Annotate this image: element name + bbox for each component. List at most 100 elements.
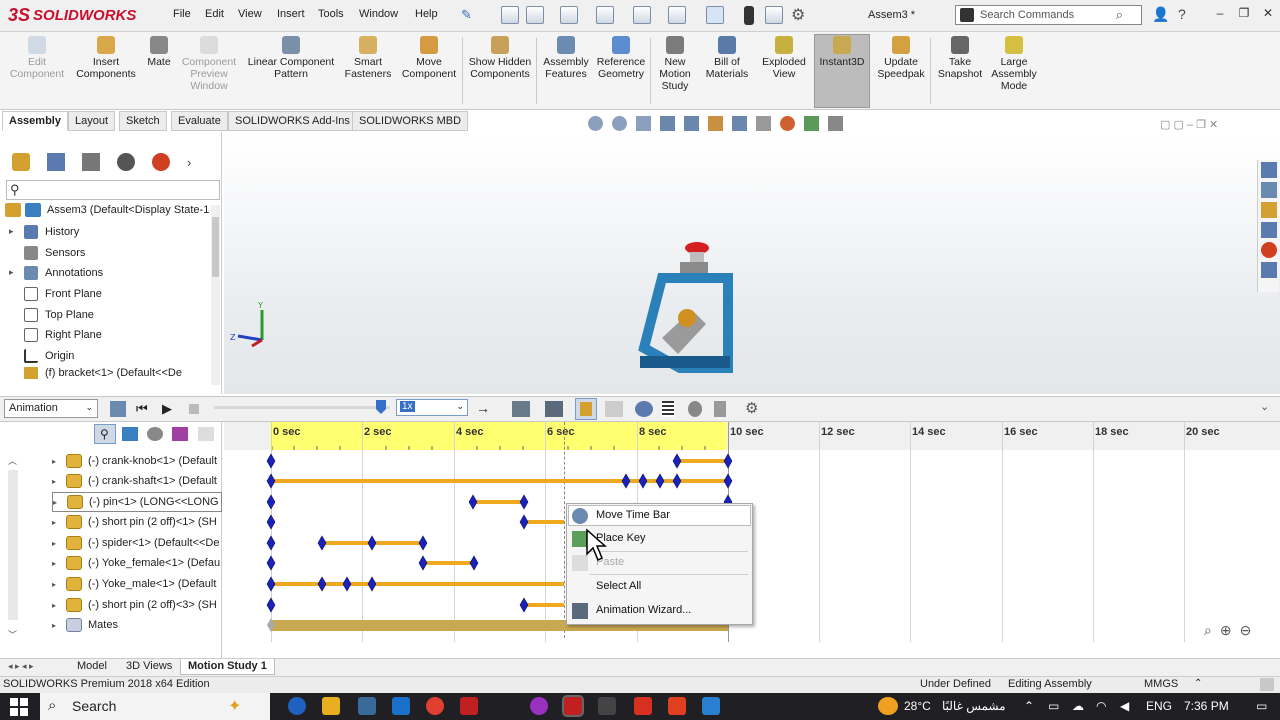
windows-start-icon[interactable]	[10, 698, 28, 716]
tab-assembly[interactable]: Assembly	[2, 111, 68, 131]
view-orientation-icon[interactable]	[708, 116, 723, 131]
weather-description[interactable]: مشمس غالبًا	[942, 699, 1006, 713]
reference-geometry-button[interactable]: Reference Geometry	[594, 36, 648, 80]
expand-arrow-icon[interactable]: ▸	[52, 477, 56, 486]
menu-help[interactable]: Help	[415, 8, 438, 20]
expand-arrow-icon[interactable]: ▸	[52, 457, 56, 466]
store-app-icon[interactable]	[358, 697, 376, 715]
expand-arrow-icon[interactable]: ▸	[9, 226, 14, 237]
design-library-icon[interactable]	[1260, 182, 1277, 198]
status-bar-icon[interactable]	[1260, 678, 1274, 691]
ms-component-spider[interactable]: ▸ (-) spider<1> (Default<<De	[52, 533, 222, 553]
tab-evaluate[interactable]: Evaluate	[171, 111, 228, 131]
solidworks-active-app-icon[interactable]	[562, 695, 584, 717]
search-commands-input[interactable]: Search Commands ⌕	[955, 5, 1142, 25]
tree-item-right-plane[interactable]: Right Plane	[24, 326, 102, 344]
menu-item-select-all[interactable]: Select All	[596, 580, 641, 592]
save-animation-icon[interactable]	[512, 401, 530, 417]
wifi-icon[interactable]: ◠	[1096, 699, 1106, 713]
restore-button[interactable]: ❐	[1236, 6, 1252, 22]
expand-arrow-icon[interactable]: ▸	[52, 580, 56, 589]
expand-arrow-icon[interactable]: ▸	[52, 518, 56, 527]
play-from-start-icon[interactable]: ⏮	[136, 401, 148, 417]
linear-component-pattern-button[interactable]: Linear Component Pattern	[244, 36, 338, 80]
tab-3d-views[interactable]: 3D Views	[119, 659, 179, 675]
filter-results-icon[interactable]	[172, 427, 188, 441]
open-folder-icon[interactable]	[560, 6, 578, 24]
assembly-features-button[interactable]: Assembly Features	[540, 36, 592, 80]
add-update-key-icon[interactable]	[605, 401, 623, 417]
ms-component-short-pin-1[interactable]: ▸ (-) short pin (2 off)<1> (SH	[52, 512, 222, 532]
ms-component-pin[interactable]: ▸ (-) pin<1> (LONG<<LONG	[52, 492, 222, 512]
scrollbar-thumb[interactable]	[212, 217, 219, 277]
units-selector[interactable]: MMGS	[1144, 678, 1178, 690]
tree-item-history[interactable]: History	[24, 223, 79, 241]
weather-temperature[interactable]: 28°C	[904, 699, 931, 713]
stop-icon[interactable]	[189, 404, 199, 414]
media-app-icon[interactable]	[530, 697, 548, 715]
custom-properties-icon[interactable]	[1260, 262, 1277, 278]
print-icon[interactable]	[633, 6, 651, 24]
bill-of-materials-button[interactable]: Bill of Materials	[700, 36, 754, 80]
zoom-to-fit-icon[interactable]: ⌕	[1204, 622, 1212, 639]
tree-item-annotations[interactable]: Annotations	[24, 264, 103, 282]
play-icon[interactable]: ▶	[162, 401, 172, 417]
assembly-model-3d[interactable]	[632, 238, 736, 378]
tree-scrollbar[interactable]	[211, 205, 220, 385]
move-component-button[interactable]: Move Component	[398, 36, 460, 80]
solidworks-logo[interactable]: 3S SOLIDWORKS	[2, 0, 144, 30]
previous-view-icon[interactable]	[636, 116, 651, 131]
zoom-in-icon[interactable]: ⊕	[1220, 622, 1232, 639]
tree-item-origin[interactable]: Origin	[24, 347, 74, 365]
edit-component-button[interactable]: Edit Component	[8, 36, 66, 80]
ms-component-yoke-male[interactable]: ▸ (-) Yoke_male<1> (Default	[52, 574, 222, 594]
solidworks-resources-icon[interactable]	[1260, 162, 1277, 178]
collapse-motion-manager-icon[interactable]: ⌄	[1260, 400, 1269, 413]
volume-icon[interactable]: ◀	[1120, 699, 1129, 713]
home-icon[interactable]	[501, 6, 519, 24]
large-assembly-mode-button[interactable]: Large Assembly Mode	[990, 36, 1038, 92]
mail-app-icon[interactable]	[392, 697, 410, 715]
expand-arrow-icon[interactable]: ▸	[52, 601, 56, 610]
tab-sketch[interactable]: Sketch	[119, 111, 167, 131]
traffic-light-icon[interactable]	[744, 6, 754, 25]
tab-motion-study-1[interactable]: Motion Study 1	[180, 659, 275, 675]
pin-icon[interactable]: ✎	[461, 7, 473, 22]
search-scope-icon[interactable]	[960, 8, 974, 22]
filter-animated-toggle[interactable]: ⚲	[94, 424, 116, 444]
file-explorer-icon[interactable]	[1260, 202, 1277, 218]
new-motion-study-button[interactable]: New Motion Study	[652, 36, 698, 92]
network-icon[interactable]: ▭	[1048, 699, 1059, 713]
show-hidden-components-button[interactable]: Show Hidden Components	[466, 36, 534, 80]
display-style-icon[interactable]	[732, 116, 747, 131]
edit-appearance-icon[interactable]	[780, 116, 795, 131]
chevron-right-icon[interactable]: ›	[187, 155, 191, 170]
display-manager-icon[interactable]	[152, 153, 170, 171]
tree-item-top-plane[interactable]: Top Plane	[24, 306, 94, 324]
expand-arrow-icon[interactable]: ▸	[52, 621, 56, 630]
viewport-window-controls[interactable]: ▢ ▢ – ❐ ✕	[1160, 118, 1218, 131]
motion-tree-scrollbar[interactable]	[8, 470, 18, 620]
ms-component-short-pin-3[interactable]: ▸ (-) short pin (2 off)<3> (SH	[52, 595, 222, 615]
undo-icon[interactable]	[668, 6, 686, 24]
autokey-toggle[interactable]	[575, 398, 597, 420]
take-snapshot-button[interactable]: Take Snapshot	[932, 36, 988, 80]
gravity-icon[interactable]	[714, 401, 726, 417]
insert-components-button[interactable]: Insert Components	[72, 36, 140, 80]
ms-mates[interactable]: ▸ Mates	[52, 615, 222, 635]
file-explorer-app-icon[interactable]	[322, 697, 340, 715]
tree-item-front-plane[interactable]: Front Plane	[24, 285, 102, 303]
minimize-button[interactable]: –	[1212, 6, 1228, 22]
contact-icon[interactable]	[688, 401, 702, 417]
menu-insert[interactable]: Insert	[277, 8, 305, 20]
new-document-icon[interactable]	[526, 6, 544, 24]
section-view-icon[interactable]	[660, 116, 675, 131]
scroll-up-icon[interactable]: ︿	[8, 454, 17, 467]
photos-app-icon[interactable]	[702, 697, 720, 715]
gear-icon[interactable]: ⚙	[791, 5, 805, 25]
expand-arrow-icon[interactable]: ▸	[52, 539, 56, 548]
help-icon[interactable]: ?	[1178, 6, 1186, 22]
graphics-area[interactable]	[224, 132, 1280, 394]
solidworks-2018-app-icon[interactable]	[460, 697, 478, 715]
onedrive-icon[interactable]: ☁	[1072, 699, 1084, 713]
